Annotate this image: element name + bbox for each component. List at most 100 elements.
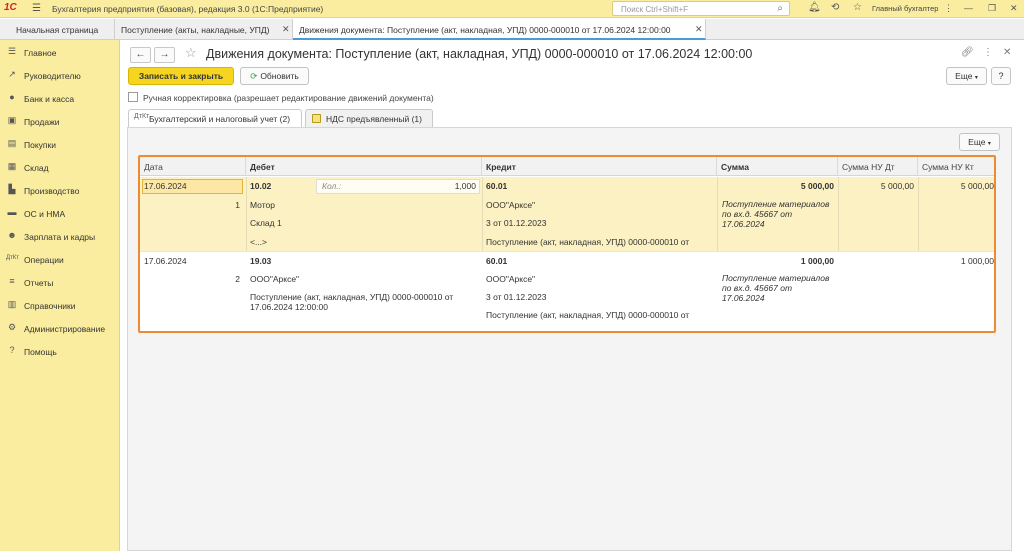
- credit-subconto-2: 3 от 01.12.2023: [486, 292, 547, 302]
- refresh-label: Обновить: [260, 71, 299, 81]
- factory-icon: ▙: [8, 184, 16, 194]
- help-button[interactable]: ?: [991, 67, 1011, 85]
- sidebar-item-manager[interactable]: ↗ Руководителю: [0, 66, 120, 86]
- close-tab-icon[interactable]: ✕: [695, 24, 703, 35]
- table-header: Дата Дебет Кредит Сумма Сумма НУ Дт Сумм…: [140, 157, 994, 176]
- app-title: Бухгалтерия предприятия (базовая), редак…: [52, 4, 324, 14]
- tab-accounting[interactable]: ДтКт Бухгалтерский и налоговый учет (2): [128, 109, 302, 128]
- back-button[interactable]: ←: [130, 47, 151, 63]
- col-sum-nu-kt[interactable]: Сумма НУ Кт: [918, 157, 994, 176]
- bell-icon[interactable]: 🔔︎: [808, 2, 821, 13]
- vat-icon: [312, 114, 321, 123]
- close-icon[interactable]: ✕: [1010, 3, 1018, 14]
- checkbox-box[interactable]: [128, 92, 138, 102]
- sidebar-item-label: Руководителю: [24, 71, 81, 81]
- tab-vat[interactable]: НДС предъявленный (1): [305, 109, 433, 127]
- tab-receipts[interactable]: Поступление (акты, накладные, УПД) ✕: [115, 19, 293, 40]
- global-search-input[interactable]: Поиск Ctrl+Shift+F ⌕: [612, 1, 790, 16]
- sidebar-item-label: Администрирование: [24, 324, 106, 334]
- table-row[interactable]: 17.06.2024 19.03 60.01 1 000,00 1 000,00…: [140, 251, 994, 331]
- col-debit[interactable]: Дебет: [246, 157, 482, 176]
- more-button[interactable]: Еще ▾: [946, 67, 987, 85]
- more-vertical-icon[interactable]: ⋮: [983, 47, 993, 58]
- app-logo: 1С: [4, 2, 17, 13]
- sidebar-item-help[interactable]: ? Помощь: [0, 342, 120, 362]
- row-number: 1: [235, 200, 240, 210]
- refresh-icon: ⟳: [250, 71, 258, 81]
- sidebar-item-label: Продажи: [24, 117, 60, 127]
- credit-subconto-3: Поступление (акт, накладная, УПД) 0000-0…: [486, 237, 690, 247]
- sidebar-item-purchases[interactable]: ▤ Покупки: [0, 135, 120, 155]
- sidebar-item-bank[interactable]: ● Банк и касса: [0, 89, 120, 109]
- row-sum: 1 000,00: [800, 256, 834, 266]
- close-form-icon[interactable]: ✕: [1003, 47, 1011, 58]
- maximize-icon[interactable]: ❐: [988, 3, 996, 14]
- sidebar-item-salary[interactable]: ☻ Зарплата и кадры: [0, 227, 120, 247]
- credit-account: 60.01: [486, 181, 508, 191]
- row-date: 17.06.2024: [144, 181, 187, 191]
- checkbox-label: Ручная корректировка (разрешает редактир…: [143, 93, 434, 103]
- row-content: Поступление материалов по вх.д. 45667 от…: [722, 273, 830, 303]
- cart-icon: ▤: [7, 138, 17, 148]
- warehouse-icon: ▦: [7, 161, 17, 171]
- sidebar-item-label: Покупки: [24, 140, 56, 150]
- sidebar-item-assets[interactable]: ▬ ОС и НМА: [0, 204, 120, 224]
- dt-kt-icon: ДтКт: [134, 113, 150, 120]
- debit-subconto-1: ООО"Арксе": [250, 274, 300, 284]
- book-icon: ▥: [7, 299, 17, 309]
- col-date[interactable]: Дата: [140, 157, 246, 176]
- row-sum-nu-dt: 5 000,00: [880, 181, 914, 191]
- sidebar-item-sales[interactable]: ▣ Продажи: [0, 112, 120, 132]
- debit-subconto-2: Склад 1: [250, 218, 282, 228]
- sidebar-item-warehouse[interactable]: ▦ Склад: [0, 158, 120, 178]
- tab-document-movements[interactable]: Движения документа: Поступление (акт, на…: [293, 19, 706, 40]
- quantity-label: Кол.:: [322, 181, 342, 191]
- debit-subconto-1: Мотор: [250, 200, 275, 210]
- col-credit[interactable]: Кредит: [482, 157, 717, 176]
- save-and-close-button[interactable]: Записать и закрыть: [128, 67, 234, 85]
- tab-label: Бухгалтерский и налоговый учет (2): [149, 114, 291, 124]
- sidebar-item-admin[interactable]: ⚙ Администрирование: [0, 319, 120, 339]
- app-titlebar: 1С ☰ Бухгалтерия предприятия (базовая), …: [0, 0, 1024, 18]
- sidebar-item-label: ОС и НМА: [24, 209, 66, 219]
- chevron-down-icon: ▾: [974, 75, 978, 81]
- sidebar: ☰ Главное ↗ Руководителю ● Банк и касса ▣ Пр…: [0, 40, 120, 551]
- main-menu-icon[interactable]: ☰: [32, 3, 41, 14]
- sidebar-item-label: Операции: [24, 255, 64, 265]
- sidebar-item-label: Производство: [24, 186, 80, 196]
- sidebar-item-label: Главное: [24, 48, 57, 58]
- sidebar-item-reports[interactable]: ≡ Отчеты: [0, 273, 120, 293]
- sales-icon: ▣: [7, 115, 17, 125]
- close-tab-icon[interactable]: ✕: [282, 24, 290, 35]
- current-user[interactable]: Главный бухгалтер: [872, 4, 938, 13]
- truck-icon: ▬: [7, 207, 17, 217]
- favorite-star-icon[interactable]: ☆: [185, 45, 197, 61]
- sidebar-item-production[interactable]: ▙ Производство: [0, 181, 120, 201]
- sidebar-item-catalogs[interactable]: ▥ Справочники: [0, 296, 120, 316]
- history-icon[interactable]: ⟲: [831, 2, 839, 13]
- sidebar-item-operations[interactable]: ДтКт Операции: [0, 250, 120, 270]
- more-label: Еще: [968, 137, 986, 147]
- people-icon: ☻: [7, 230, 17, 240]
- col-sum[interactable]: Сумма: [717, 157, 838, 176]
- search-icon[interactable]: ⌕: [777, 3, 783, 14]
- sidebar-item-label: Банк и касса: [24, 94, 75, 104]
- refresh-button[interactable]: ⟳ Обновить: [240, 67, 309, 85]
- search-placeholder: Поиск Ctrl+Shift+F: [621, 5, 689, 14]
- row-sum: 5 000,00: [800, 181, 834, 191]
- grid-more-button[interactable]: Еще ▾: [959, 133, 1000, 151]
- tab-label: НДС предъявленный (1): [326, 114, 422, 124]
- forward-button[interactable]: →: [154, 47, 175, 63]
- minimize-icon[interactable]: —: [964, 3, 973, 13]
- debit-subconto-3: <...>: [250, 237, 268, 247]
- credit-subconto-3: Поступление (акт, накладная, УПД) 0000-0…: [486, 310, 690, 320]
- favorites-star-icon[interactable]: ☆: [853, 2, 862, 13]
- col-sum-nu-dt[interactable]: Сумма НУ Дт: [838, 157, 918, 176]
- tab-home[interactable]: Начальная страница: [0, 19, 115, 40]
- table-row[interactable]: 17.06.2024 10.02 Кол.: 1,000 60.01 5 000…: [140, 177, 994, 251]
- sidebar-item-main[interactable]: ☰ Главное: [0, 43, 120, 63]
- row-sum-nu-kt: 5 000,00: [960, 181, 994, 191]
- link-icon[interactable]: 🔗︎: [961, 47, 974, 58]
- tab-label: Начальная страница: [16, 25, 99, 35]
- settings-icon[interactable]: ⋮: [944, 3, 953, 14]
